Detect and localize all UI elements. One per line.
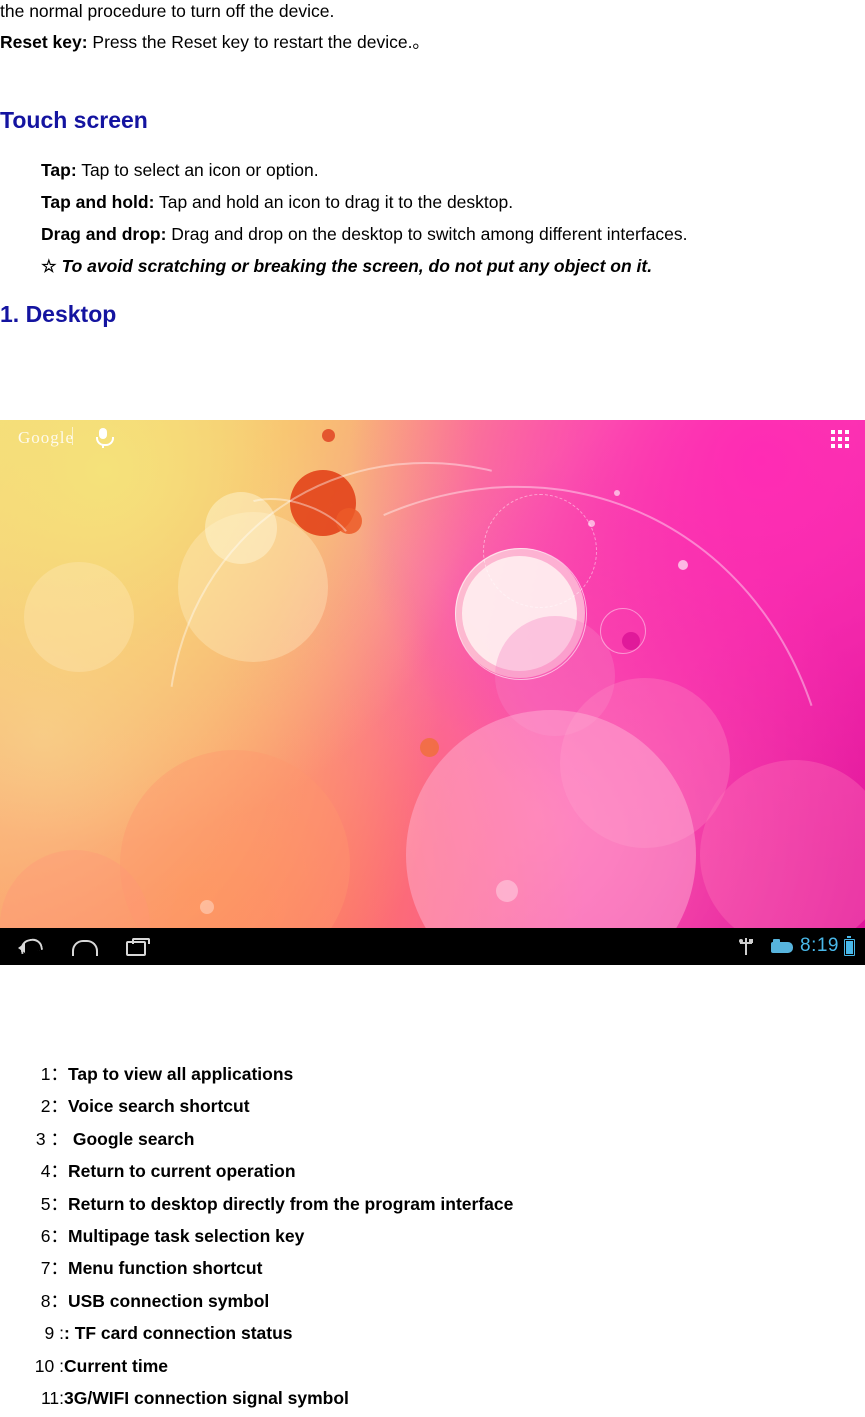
legend-number: 11: bbox=[40, 1387, 64, 1408]
list-item: 3 ： Google search bbox=[0, 1123, 865, 1155]
legend-label: : TF card connection status bbox=[64, 1323, 293, 1344]
paragraph-line-1: the normal procedure to turn off the dev… bbox=[0, 0, 334, 25]
list-item: 6：Multipage task selection key bbox=[0, 1220, 865, 1252]
legend-label: Voice search shortcut bbox=[68, 1096, 250, 1117]
line-1-text: the normal procedure to turn off the dev… bbox=[0, 1, 335, 21]
list-item: 9 : : TF card connection status bbox=[0, 1317, 865, 1349]
warning-note: ☆ To avoid scratching or breaking the sc… bbox=[41, 256, 652, 277]
touch-item-tap-text: Tap to select an icon or option. bbox=[76, 160, 319, 180]
legend-label: 3G/WIFI connection signal symbol bbox=[64, 1387, 349, 1408]
reset-key-label: Reset key: bbox=[0, 32, 88, 52]
warning-note-text: To avoid scratching or breaking the scre… bbox=[56, 256, 653, 276]
legend-label: Tap to view all applications bbox=[68, 1064, 294, 1084]
tablet-screenshot: Google 8:19 bbox=[0, 420, 865, 965]
bubble bbox=[614, 490, 620, 496]
paragraph-line-2: Reset key: Press the Reset key to restar… bbox=[0, 29, 430, 56]
heading-touch-screen: Touch screen bbox=[0, 107, 148, 133]
reset-key-text: Press the Reset key to restart the devic… bbox=[87, 32, 430, 52]
legend-number: 10 : bbox=[34, 1355, 64, 1376]
navigation-bar: 8:19 bbox=[0, 928, 865, 965]
list-item: 1：Tap to view all applications bbox=[0, 1058, 865, 1090]
touch-item-tap-and-hold: Tap and hold: Tap and hold an icon to dr… bbox=[41, 192, 513, 213]
wallpaper: Google bbox=[0, 420, 865, 928]
status-divider bbox=[72, 427, 73, 445]
legend-number: 5： bbox=[40, 1193, 68, 1214]
battery-icon bbox=[844, 936, 855, 956]
recent-apps-icon[interactable] bbox=[126, 938, 150, 956]
touch-item-tap-and-hold-text: Tap and hold an icon to drag it to the d… bbox=[154, 192, 514, 212]
list-item: 7：Menu function shortcut bbox=[0, 1252, 865, 1284]
legend-number: 6： bbox=[40, 1225, 68, 1246]
legend-list: 1：Tap to view all applications 2：Voice s… bbox=[0, 1058, 865, 1414]
back-arrow-icon[interactable] bbox=[18, 936, 44, 955]
touch-item-tap: Tap: Tap to select an icon or option. bbox=[41, 160, 319, 181]
touch-item-drag-and-drop-label: Drag and drop: bbox=[41, 224, 167, 244]
home-icon[interactable] bbox=[72, 937, 98, 956]
legend-number: 8： bbox=[40, 1290, 68, 1311]
legend-label: Return to desktop directly from the prog… bbox=[68, 1193, 514, 1214]
legend-number: 7： bbox=[40, 1258, 68, 1279]
legend-label: Return to current operation bbox=[68, 1161, 296, 1182]
clock-label[interactable]: 8:19 bbox=[800, 935, 839, 957]
star-icon: ☆ bbox=[41, 256, 57, 276]
touch-item-tap-and-hold-label: Tap and hold: bbox=[41, 192, 155, 212]
list-item: 2：Voice search shortcut bbox=[0, 1090, 865, 1122]
touch-item-drag-and-drop-text: Drag and drop on the desktop to switch a… bbox=[166, 224, 688, 244]
touch-item-tap-label: Tap: bbox=[41, 160, 77, 180]
list-item: 8：USB connection symbol bbox=[0, 1285, 865, 1317]
legend-number: 4： bbox=[40, 1161, 68, 1182]
legend-number: 9 : bbox=[44, 1323, 64, 1344]
usb-icon bbox=[739, 938, 753, 955]
heading-desktop: 1. Desktop bbox=[0, 301, 117, 327]
list-item: 11: 3G/WIFI connection signal symbol bbox=[0, 1382, 865, 1414]
list-item: 4：Return to current operation bbox=[0, 1155, 865, 1187]
apps-grid-icon[interactable] bbox=[831, 430, 849, 448]
legend-number: 2： bbox=[40, 1096, 68, 1117]
legend-label: USB connection symbol bbox=[68, 1290, 270, 1311]
legend-label: Google search bbox=[68, 1128, 195, 1149]
tf-card-icon bbox=[771, 939, 793, 953]
legend-number: 1： bbox=[40, 1064, 68, 1084]
legend-label: Menu function shortcut bbox=[68, 1258, 263, 1279]
list-item: 5：Return to desktop directly from the pr… bbox=[0, 1188, 865, 1220]
legend-number: 3 ： bbox=[35, 1128, 68, 1149]
bubble bbox=[24, 562, 134, 672]
microphone-icon[interactable] bbox=[95, 428, 114, 448]
legend-label: Current time bbox=[64, 1355, 169, 1376]
legend-label: Multipage task selection key bbox=[68, 1225, 305, 1246]
google-logo[interactable]: Google bbox=[18, 428, 74, 448]
status-bar: Google bbox=[0, 420, 865, 460]
touch-item-drag-and-drop: Drag and drop: Drag and drop on the desk… bbox=[41, 224, 688, 245]
list-item: 10 : Current time bbox=[0, 1350, 865, 1382]
document-page: the normal procedure to turn off the dev… bbox=[0, 0, 865, 1417]
